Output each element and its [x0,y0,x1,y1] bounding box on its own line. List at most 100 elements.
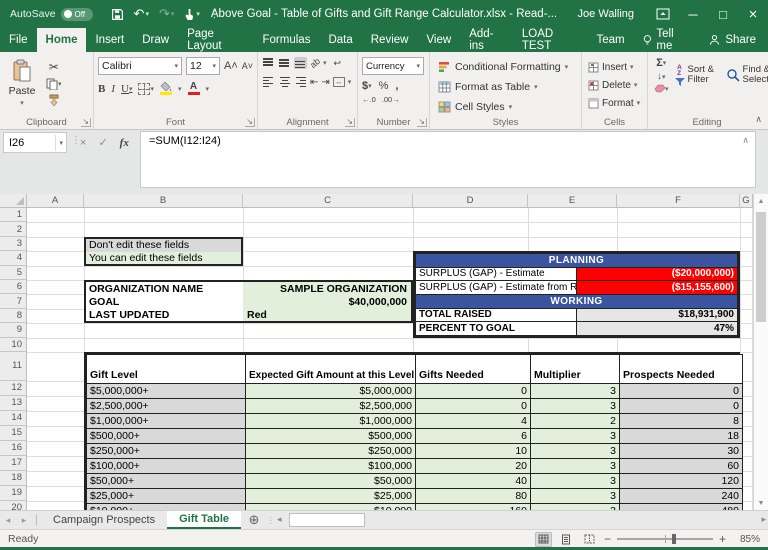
format-painter-button[interactable] [46,94,62,106]
paste-button[interactable]: Paste ▾ [4,55,40,113]
customize-qat-button[interactable]: ⋮ [206,3,223,25]
column-header-c[interactable]: C [243,194,413,207]
share-button[interactable]: Share [697,28,768,52]
font-size-select[interactable]: 12 ▾ [186,57,220,75]
zoom-slider[interactable] [616,534,713,544]
table-cell[interactable]: 480 [619,503,743,510]
row-header[interactable]: 13 [0,396,26,411]
undo-button[interactable]: ↶ ▾ [130,3,153,25]
borders-button[interactable]: ▾ [138,82,154,95]
row-header[interactable]: 15 [0,426,26,441]
format-as-table-button[interactable]: Format as Table ▾ [438,78,579,95]
row-header[interactable]: 14 [0,411,26,426]
minimize-button[interactable]: ─ [678,0,708,28]
table-cell[interactable]: 2 [530,413,620,429]
comma-style-button[interactable]: , [395,80,398,92]
font-dialog-launcher[interactable]: ↘ [245,118,255,127]
decrease-decimal-button[interactable]: .00→ [382,95,400,104]
table-cell[interactable]: $50,000 [245,473,416,489]
table-cell[interactable]: $100,000 [245,458,416,474]
accounting-format-button[interactable]: $ ▾ [362,80,372,92]
row-header[interactable]: 19 [0,486,26,501]
table-cell[interactable]: 3 [530,503,620,510]
table-cell[interactable]: 3 [530,458,620,474]
alignment-dialog-launcher[interactable]: ↘ [345,118,355,127]
table-cell[interactable]: 0 [619,398,743,414]
column-header-f[interactable]: F [617,194,740,207]
table-cell[interactable]: 40 [415,473,531,489]
header-expected-amount[interactable]: Expected Gift Amount at this Level [245,354,416,384]
row-header[interactable]: 2 [0,222,26,237]
fill-button[interactable]: ↓ ▾ [654,71,669,82]
cancel-entry-button[interactable]: × [80,137,86,149]
table-cell[interactable]: $250,000 [245,443,416,459]
table-cell[interactable]: $10,000 [245,503,416,510]
sheet-tab-gift-table[interactable]: Gift Table [167,511,242,529]
zoom-level[interactable]: 85% [732,534,760,545]
table-cell[interactable]: $2,500,000 [245,398,416,414]
tell-me-box[interactable]: Tell me [634,28,698,52]
decrease-indent-button[interactable]: ⇤ [310,77,318,88]
scroll-down-icon[interactable]: ▼ [754,496,768,510]
page-break-preview-button[interactable] [581,532,598,547]
table-cell[interactable]: 0 [619,383,743,399]
next-sheet-button[interactable]: ▸ [16,511,32,529]
tab-data[interactable]: Data [319,28,361,52]
insert-function-button[interactable]: fx [120,137,129,149]
table-cell[interactable]: 80 [415,488,531,504]
italic-button[interactable]: I [111,83,115,95]
align-right-button[interactable] [294,76,307,88]
row-header[interactable]: 18 [0,471,26,486]
scroll-right-icon[interactable]: ▸ [761,514,766,525]
row-header[interactable]: 1 [0,208,26,223]
fill-color-button[interactable] [160,82,172,95]
row-header[interactable]: 12 [0,381,26,396]
percent-to-goal-label-cell[interactable]: PERCENT TO GOAL [415,321,577,336]
table-cell[interactable]: $250,000+ [86,443,246,459]
tab-home[interactable]: Home [36,28,87,52]
align-left-button[interactable] [262,76,275,88]
font-color-button[interactable]: A [187,81,200,95]
column-header-e[interactable]: E [528,194,617,207]
top-align-button[interactable] [262,57,275,69]
table-cell[interactable]: $1,000,000+ [86,413,246,429]
table-cell[interactable]: 3 [530,398,620,414]
surplus-real-label-cell[interactable]: SURPLUS (GAP) - Estimate from Real Data [415,280,577,295]
row-header[interactable]: 10 [0,338,26,352]
grow-font-button[interactable]: A˄ [224,60,238,72]
planning-header-cell[interactable]: PLANNING [415,253,738,268]
table-cell[interactable]: $25,000 [245,488,416,504]
autosum-button[interactable]: Σ ▾ [654,57,669,69]
percent-style-button[interactable]: % [379,80,389,92]
select-all-corner[interactable] [0,194,27,208]
table-cell[interactable]: 3 [530,428,620,444]
org-name-label-cell[interactable]: ORGANIZATION NAME [86,282,243,295]
org-name-value-cell[interactable]: SAMPLE ORGANIZATION [243,282,411,295]
table-cell[interactable]: $100,000+ [86,458,246,474]
tab-add-ins[interactable]: Add-ins [460,28,513,52]
dont-edit-cell[interactable]: Don't edit these fields [86,239,241,252]
row-header[interactable]: 11 [0,352,26,381]
header-multiplier[interactable]: Multiplier [530,354,620,384]
zoom-out-button[interactable]: − [604,532,611,546]
merge-center-button[interactable]: ↔ [332,77,345,87]
copy-button[interactable]: ▾ [46,78,62,90]
increase-decimal-button[interactable]: ←.0 [362,95,376,104]
table-cell[interactable]: 30 [619,443,743,459]
format-cells-button[interactable]: Format ▾ [588,95,645,111]
page-layout-view-button[interactable] [558,532,575,547]
table-cell[interactable]: $500,000 [245,428,416,444]
percent-to-goal-value-cell[interactable]: 47% [576,321,738,336]
table-cell[interactable]: 20 [415,458,531,474]
row-header[interactable]: 9 [0,323,26,338]
table-cell[interactable]: 18 [619,428,743,444]
save-button[interactable] [107,3,128,25]
table-cell[interactable]: $5,000,000+ [86,383,246,399]
bold-button[interactable]: B [98,83,105,95]
tab-file[interactable]: File [0,28,37,52]
row-header[interactable]: 5 [0,266,26,280]
table-cell[interactable]: 60 [619,458,743,474]
working-header-cell[interactable]: WORKING [415,293,738,309]
table-cell[interactable]: $2,500,000+ [86,398,246,414]
table-cell[interactable]: $50,000+ [86,473,246,489]
